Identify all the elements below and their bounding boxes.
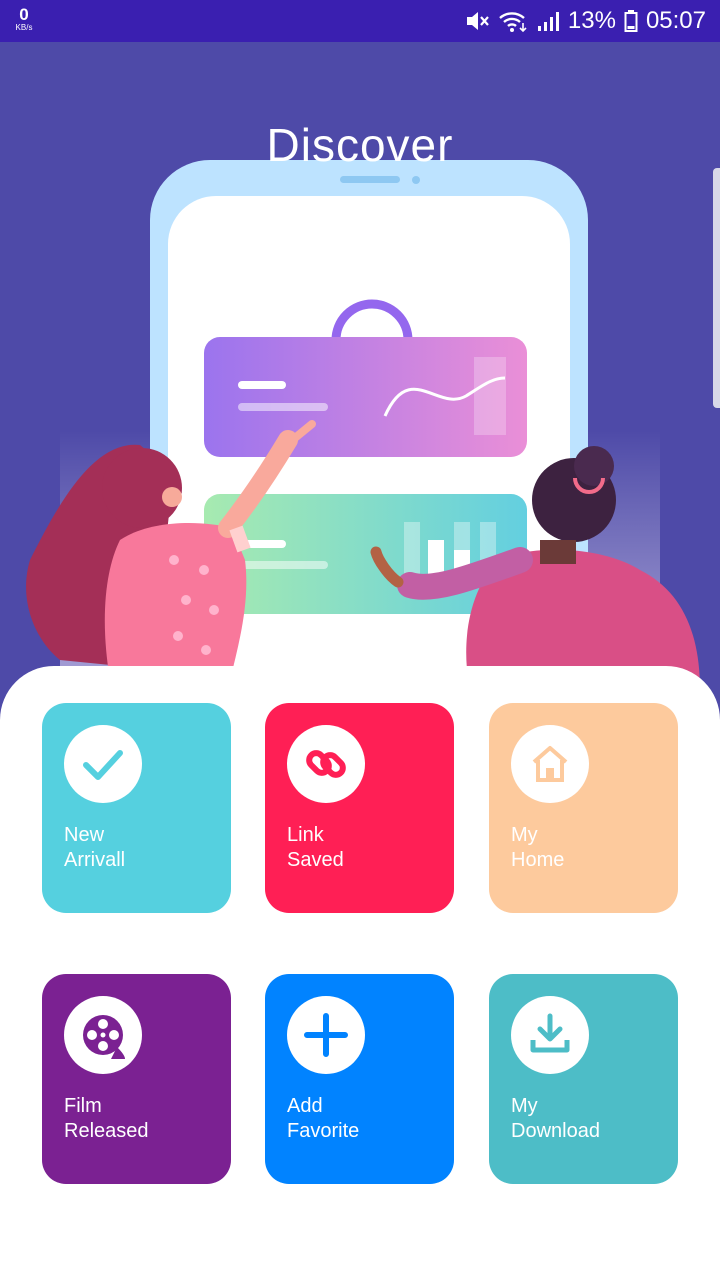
home-icon xyxy=(511,725,589,803)
tile-add-favorite[interactable]: Add Favorite xyxy=(265,974,454,1184)
signal-icon xyxy=(536,9,560,33)
film-reel-icon xyxy=(64,996,142,1074)
tile-label-line2: Released xyxy=(64,1120,149,1142)
download-icon xyxy=(511,996,589,1074)
tile-my-home[interactable]: My Home xyxy=(489,703,678,913)
link-icon xyxy=(287,725,365,803)
tile-my-download[interactable]: My Download xyxy=(489,974,678,1184)
tile-label: My Download xyxy=(511,1094,600,1144)
mute-icon xyxy=(464,9,490,33)
tile-label: Link Saved xyxy=(287,823,344,873)
network-speed-unit: KB/s xyxy=(15,23,33,32)
wifi-icon xyxy=(498,9,528,33)
clock: 05:07 xyxy=(645,7,706,34)
tile-label-line1: Film xyxy=(64,1095,102,1117)
battery-percent: 13% xyxy=(567,7,616,34)
tile-label-line1: New xyxy=(64,824,105,846)
tile-label-line1: Add xyxy=(287,1095,323,1117)
tile-label: Add Favorite xyxy=(287,1094,359,1144)
actions-panel: New Arrivall Link Saved My Home Film Rel… xyxy=(0,666,720,1280)
tile-label-line1: My xyxy=(511,1095,538,1117)
tile-label: New Arrivall xyxy=(64,823,125,873)
tile-new-arrivall[interactable]: New Arrivall xyxy=(42,703,231,913)
scroll-indicator xyxy=(713,168,720,408)
tile-label: My Home xyxy=(511,823,564,873)
tile-label-line2: Arrivall xyxy=(64,849,126,871)
tile-film-released[interactable]: Film Released xyxy=(42,974,231,1184)
hero-banner: Discover xyxy=(0,42,720,682)
plus-icon xyxy=(287,996,365,1074)
tile-label-line2: Saved xyxy=(287,849,344,871)
tile-link-saved[interactable]: Link Saved xyxy=(265,703,454,913)
tile-label-line1: Link xyxy=(287,824,324,846)
tile-label-line2: Favorite xyxy=(287,1120,360,1142)
status-bar: 0 KB/s 13% 05:07 xyxy=(0,0,720,42)
tile-label-line1: My xyxy=(511,824,538,846)
page-title: Discover xyxy=(266,119,454,171)
network-speed-value: 0 xyxy=(19,5,29,24)
tile-label-line2: Home xyxy=(511,849,565,871)
tile-label: Film Released xyxy=(64,1094,149,1144)
tile-label-line2: Download xyxy=(511,1120,600,1142)
battery-icon xyxy=(624,9,638,33)
network-speed: 0 KB/s xyxy=(10,6,38,32)
check-icon xyxy=(64,725,142,803)
